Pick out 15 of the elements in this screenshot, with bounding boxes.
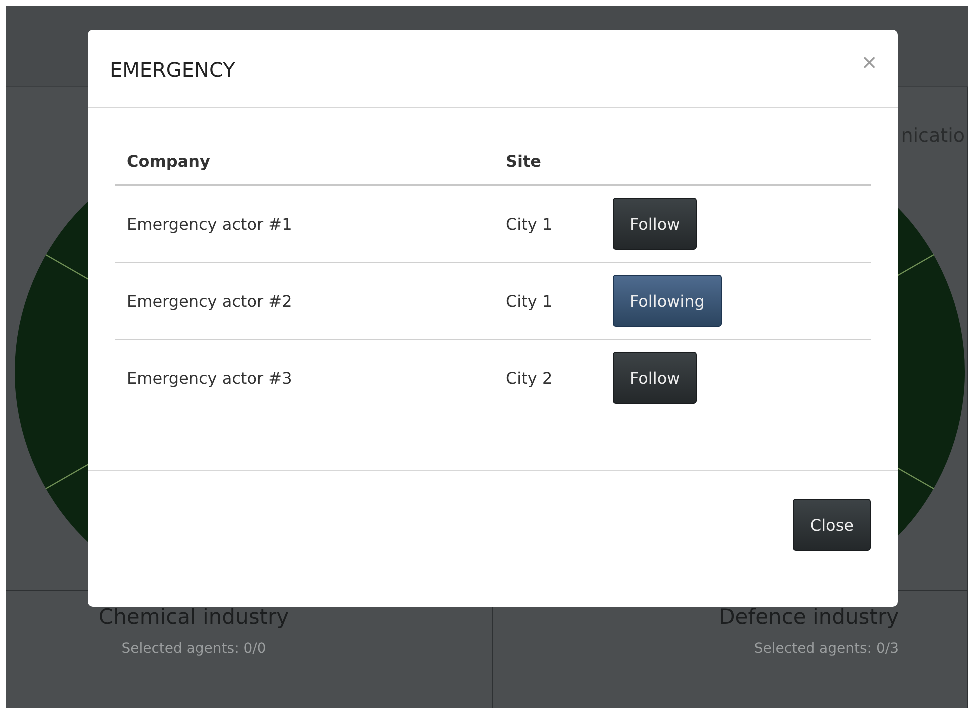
card-subtitle: Selected agents: 0/0 xyxy=(122,641,266,657)
column-header: Company xyxy=(115,138,494,185)
table-cell: City 2 xyxy=(494,340,601,416)
close-button[interactable]: Close xyxy=(793,499,871,551)
card-subtitle: Selected agents: 0/3 xyxy=(754,641,899,657)
follow-button[interactable]: Follow xyxy=(613,198,698,250)
table-cell: City 1 xyxy=(494,262,601,340)
follow-button[interactable]: Following xyxy=(613,275,722,327)
modal-title: EMERGENCY xyxy=(110,58,236,82)
table-cell: Emergency actor #2 xyxy=(115,262,494,340)
table-cell: Emergency actor #3 xyxy=(115,340,494,416)
column-header: Site xyxy=(494,138,601,185)
follow-button[interactable]: Follow xyxy=(613,352,698,404)
table-cell: Emergency actor #1 xyxy=(115,185,494,262)
table-cell: City 1 xyxy=(494,185,601,262)
